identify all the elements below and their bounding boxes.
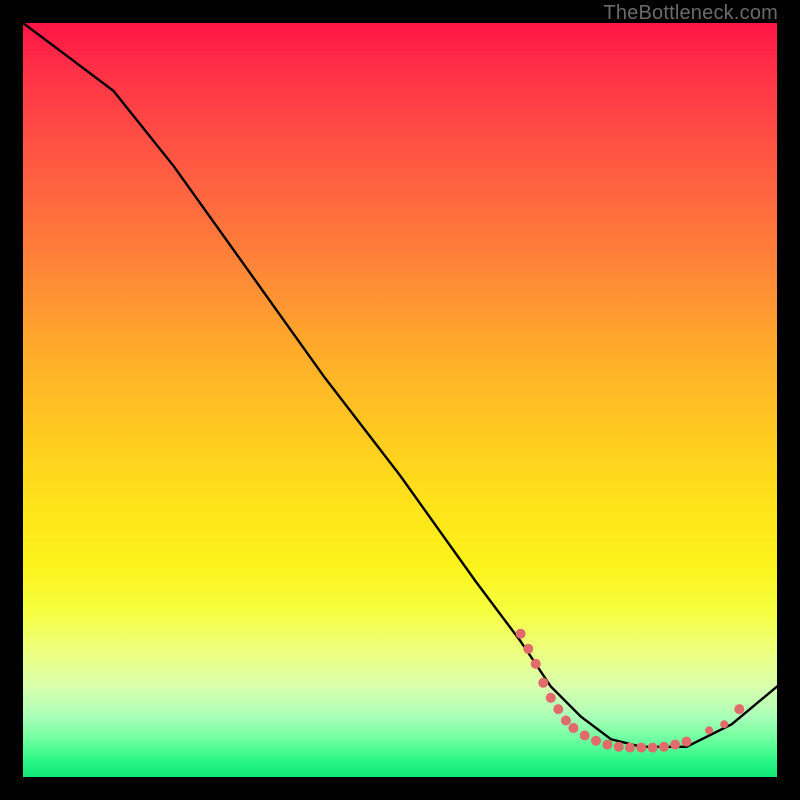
marker-dot (625, 743, 635, 753)
marker-dot (568, 723, 578, 733)
marker-dot (553, 704, 563, 714)
chart-frame: TheBottleneck.com (0, 0, 800, 800)
marker-dot (670, 740, 680, 750)
marker-dot (659, 742, 669, 752)
marker-dot (614, 742, 624, 752)
marker-dot (561, 716, 571, 726)
marker-dot (682, 737, 692, 747)
marker-dot (546, 693, 556, 703)
plot-area (23, 23, 777, 777)
marker-dot (734, 704, 744, 714)
marker-dot (636, 743, 646, 753)
series-curve (23, 23, 777, 747)
marker-dot (580, 731, 590, 741)
marker-dot (720, 720, 728, 728)
marker-dot (602, 740, 612, 750)
series-markers (516, 629, 745, 753)
marker-dot (538, 678, 548, 688)
watermark-text: TheBottleneck.com (603, 2, 778, 25)
marker-dot (531, 659, 541, 669)
marker-dot (523, 644, 533, 654)
marker-dot (591, 736, 601, 746)
marker-dot (705, 726, 713, 734)
marker-dot (648, 743, 658, 753)
marker-dot (516, 629, 526, 639)
chart-svg (23, 23, 777, 777)
